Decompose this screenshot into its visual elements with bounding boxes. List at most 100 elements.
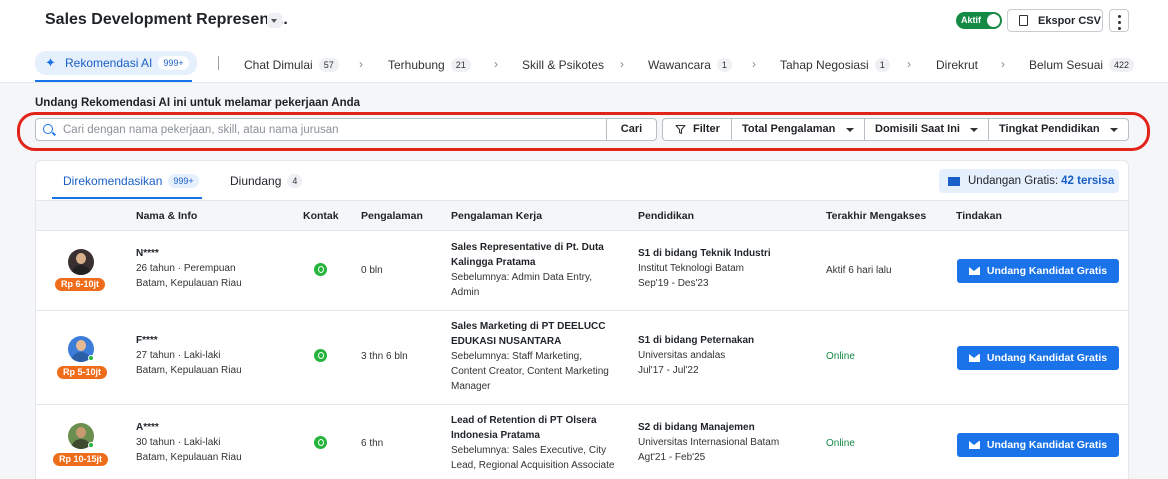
active-tab-indicator [35, 80, 192, 82]
tab-chat-dimulai[interactable]: Chat Dimulai 57 [244, 54, 339, 76]
previous-jobs-cont: Lead, Regional Acquisition Associate [451, 460, 615, 471]
table-row[interactable]: Rp 10-15jt A**** 30 tahun · Laki-laki Ba… [36, 405, 1128, 479]
dropdown-label: Tingkat Pendidikan [999, 123, 1100, 135]
education-degree: S2 di bidang Manajemen [638, 422, 755, 433]
job-select-chevron-icon[interactable] [267, 13, 282, 28]
dropdown-label: Total Pengalaman [742, 123, 836, 135]
tab-direkrut[interactable]: Direkrut [936, 54, 978, 76]
candidate-info: F**** 27 tahun · Laki-laki Batam, Kepula… [136, 333, 242, 378]
current-job-cont: EDUKASI NUSANTARA [451, 336, 562, 347]
mail-icon [948, 176, 960, 186]
tab-wawancara[interactable]: Wawancara 1 [648, 54, 732, 76]
education-degree: S1 di bidang Teknik Industri [638, 248, 771, 259]
whatsapp-icon[interactable] [314, 263, 327, 276]
tab-label: Skill & Psikotes [522, 58, 605, 72]
tab-count: 999+ [158, 56, 189, 70]
avatar-head [76, 340, 86, 351]
avatar [68, 249, 94, 275]
filter-button[interactable]: Filter [663, 119, 731, 140]
header-bar: Sales Development Represent... Aktif Eks… [0, 0, 1168, 83]
candidate-name[interactable]: F**** [136, 333, 242, 348]
tab-skill-psikotes[interactable]: Skill & Psikotes [522, 54, 604, 76]
invite-heading: Undang Rekomendasi AI ini untuk melamar … [35, 97, 361, 109]
filter-bar: Filter Total Pengalaman Domisili Saat In… [662, 118, 1129, 141]
chevron-down-icon [1110, 128, 1118, 132]
candidate-info: N**** 26 tahun · Perempuan Batam, Kepula… [136, 246, 242, 291]
invite-candidate-button[interactable]: Undang Kandidat Gratis [957, 433, 1119, 457]
funnel-icon [675, 124, 686, 135]
subtab-diundang[interactable]: Diundang 4 [230, 174, 303, 188]
export-csv-button[interactable]: Ekspor CSV [1007, 9, 1103, 32]
filter-domisili-dropdown[interactable]: Domisili Saat Ini [864, 119, 988, 140]
subtab-direkomendasikan[interactable]: Direkomendasikan 999+ [63, 174, 199, 188]
search-button[interactable]: Cari [606, 118, 657, 141]
subtab-count: 4 [287, 174, 303, 188]
education-period: Agt'21 - Feb'25 [638, 452, 706, 463]
education-period: Jul'17 - Jul'22 [638, 365, 699, 376]
free-invites-quota: Undangan Gratis: 42 tersisa [939, 169, 1119, 193]
current-job: Sales Marketing di PT DEELUCC [451, 321, 606, 332]
table-row[interactable]: Rp 5-10jt F**** 27 tahun · Laki-laki Bat… [36, 311, 1128, 405]
candidate-location: Batam, Kepulauan Riau [136, 365, 242, 376]
invite-candidate-button[interactable]: Undang Kandidat Gratis [957, 346, 1119, 370]
kebab-dot-icon [1117, 21, 1121, 24]
tab-terhubung[interactable]: Terhubung 21 [388, 54, 471, 76]
chevron-right-icon: › [1001, 57, 1005, 71]
salary-badge: Rp 5-10jt [57, 366, 108, 379]
mail-icon [968, 354, 980, 362]
candidate-name[interactable]: A**** [136, 420, 242, 435]
subtab-count: 999+ [168, 174, 199, 188]
candidate-age-gender: 27 tahun · Laki-laki [136, 350, 221, 361]
filter-tingkat-pendidikan-dropdown[interactable]: Tingkat Pendidikan [988, 119, 1128, 140]
search-input[interactable] [63, 122, 603, 138]
active-toggle[interactable]: Aktif [956, 12, 1002, 29]
candidate-location: Batam, Kepulauan Riau [136, 278, 242, 289]
current-job: Lead of Retention di PT Olsera [451, 415, 597, 426]
column-header: Tindakan [956, 210, 1002, 222]
column-header: Pengalaman [361, 210, 423, 222]
mail-icon [968, 267, 980, 275]
column-header: Pendidikan [638, 210, 695, 222]
subtab-label: Diundang [230, 174, 282, 188]
current-job: Sales Representative di Pt. Duta [451, 242, 604, 253]
tab-count: 422 [1109, 58, 1135, 72]
kebab-dot-icon [1117, 15, 1121, 18]
toggle-knob [987, 14, 1000, 27]
online-status-dot [88, 442, 94, 448]
tab-tahap-negosiasi[interactable]: Tahap Negosiasi 1 [780, 54, 890, 76]
filter-total-pengalaman-dropdown[interactable]: Total Pengalaman [731, 119, 864, 140]
education: S1 di bidang Peternakan Universitas anda… [638, 333, 754, 378]
document-icon [1019, 15, 1028, 26]
tab-label: Chat Dimulai [244, 58, 313, 72]
dropdown-label: Domisili Saat Ini [875, 123, 960, 135]
tab-label: Terhubung [388, 58, 445, 72]
chevron-right-icon: › [752, 57, 756, 71]
chevron-down-icon [970, 128, 978, 132]
candidate-name[interactable]: N**** [136, 246, 242, 261]
invite-button-label: Undang Kandidat Gratis [986, 352, 1108, 364]
table-header: Nama & Info Kontak Pengalaman Pengalaman… [36, 200, 1128, 231]
last-access-online: Online [826, 351, 855, 362]
job-title[interactable]: Sales Development Represent... [45, 11, 288, 29]
active-subtab-indicator [52, 197, 202, 199]
education-degree: S1 di bidang Peternakan [638, 335, 755, 346]
tab-belum-sesuai[interactable]: Belum Sesuai 422 [1029, 54, 1135, 76]
last-access: Aktif 6 hari lalu [826, 265, 892, 276]
chevron-down-icon [846, 128, 854, 132]
tab-label: Tahap Negosiasi [780, 58, 869, 72]
search-field[interactable] [35, 118, 607, 141]
more-options-button[interactable] [1109, 9, 1129, 32]
whatsapp-icon[interactable] [314, 349, 327, 362]
table-row[interactable]: Rp 6-10jt N**** 26 tahun · Perempuan Bat… [36, 232, 1128, 311]
candidate-card: Direkomendasikan 999+ Diundang 4 Undanga… [35, 160, 1129, 479]
tab-rekomendasi-ai[interactable]: ✦ Rekomendasi AI 999+ [35, 51, 197, 75]
last-access-online: Online [826, 438, 855, 449]
quota-label: Undangan Gratis: [968, 175, 1059, 187]
salary-badge: Rp 6-10jt [55, 278, 106, 291]
tab-count: 1 [716, 58, 732, 72]
salary-badge: Rp 10-15jt [53, 453, 109, 466]
invite-candidate-button[interactable]: Undang Kandidat Gratis [957, 259, 1119, 283]
tab-count: 1 [874, 58, 890, 72]
education: S1 di bidang Teknik Industri Institut Te… [638, 246, 771, 291]
whatsapp-icon[interactable] [314, 436, 327, 449]
